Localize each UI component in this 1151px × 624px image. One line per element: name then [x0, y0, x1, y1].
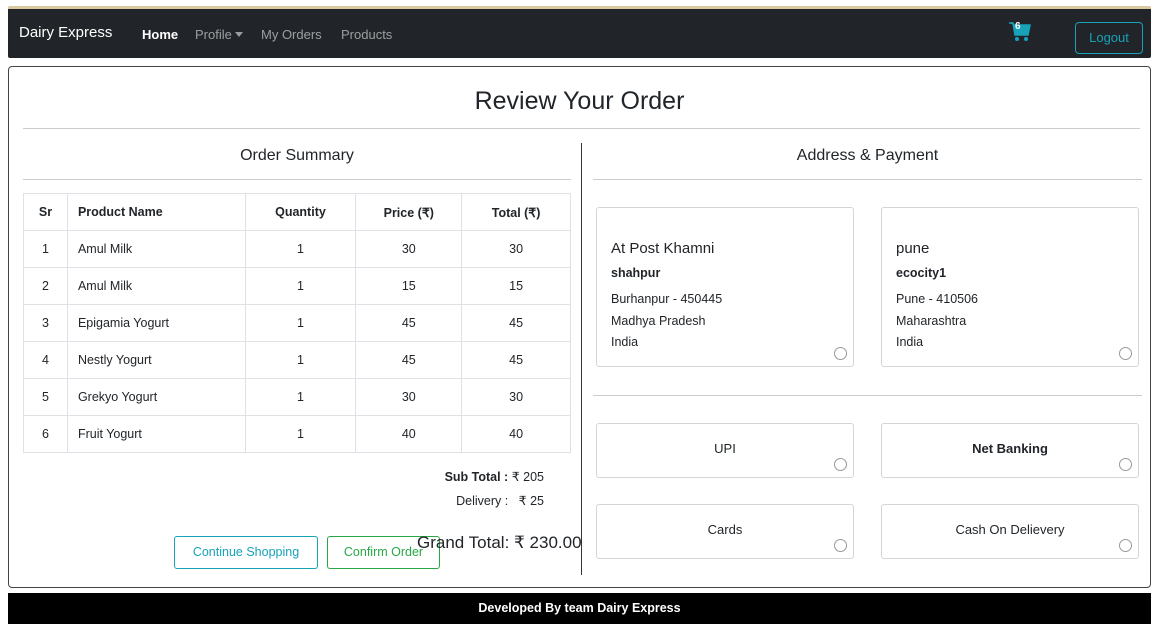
cell-sr: 3	[23, 304, 68, 342]
cell-total: 30	[461, 378, 571, 416]
cart-count-badge: 6	[1015, 21, 1021, 32]
nav-profile-label: Profile	[195, 27, 232, 42]
cell-total: 15	[461, 267, 571, 305]
payment-option-cards[interactable]: Cards	[596, 504, 854, 559]
address-state: Maharashtra	[896, 314, 967, 328]
payment-label: Cards	[707, 522, 743, 537]
table-row: 2 Amul Milk 1 15 15	[23, 267, 571, 305]
payment-label: Cash On Delievery	[955, 522, 1065, 537]
table-row: 4 Nestly Yogurt 1 45 45	[23, 341, 571, 379]
cell-product: Grekyo Yogurt	[66, 378, 246, 416]
subtotal-value: ₹ 205	[511, 470, 544, 484]
payment-option-cod[interactable]: Cash On Delievery	[881, 504, 1139, 559]
cell-product: Nestly Yogurt	[66, 341, 246, 379]
order-summary-title: Order Summary	[240, 147, 354, 164]
address-line2: ecocity1	[896, 266, 947, 280]
table-header-row: Sr Product Name Quantity Price (₹) Total…	[23, 193, 571, 231]
subtotal-row: Sub Total : ₹ 205	[389, 469, 544, 484]
footer: Developed By team Dairy Express	[8, 593, 1151, 624]
nav-orders-link[interactable]: My Orders	[261, 27, 322, 42]
cell-quantity: 1	[244, 378, 357, 416]
cell-product: Amul Milk	[66, 267, 246, 305]
payment-radio[interactable]	[834, 539, 847, 552]
cell-total: 40	[461, 415, 571, 453]
address-radio[interactable]	[834, 347, 847, 360]
cell-quantity: 1	[244, 230, 357, 268]
payment-option-upi[interactable]: UPI	[596, 423, 854, 478]
cell-price: 40	[355, 415, 463, 453]
payment-radio[interactable]	[1119, 539, 1132, 552]
chevron-down-icon	[234, 32, 243, 37]
column-header: Product Name	[66, 193, 246, 231]
cell-sr: 2	[23, 267, 68, 305]
table-row: 5 Grekyo Yogurt 1 30 30	[23, 378, 571, 416]
delivery-label: Delivery :	[456, 494, 509, 508]
cell-sr: 6	[23, 415, 68, 453]
address-line2: shahpur	[611, 266, 661, 280]
cart-button[interactable]: 6	[1009, 20, 1031, 44]
review-order-card: Review Your Order Order Summary Sr Produ…	[8, 66, 1151, 588]
cell-quantity: 1	[244, 267, 357, 305]
cell-price: 30	[355, 378, 463, 416]
payment-divider	[593, 395, 1142, 396]
continue-shopping-button[interactable]: Continue Shopping	[174, 536, 318, 569]
cell-sr: 1	[23, 230, 68, 268]
address-card[interactable]: pune ecocity1 Pune - 410506 Maharashtra …	[881, 207, 1139, 367]
table-row: 3 Epigamia Yogurt 1 45 45	[23, 304, 571, 342]
summary-divider	[23, 179, 571, 180]
address-state: Madhya Pradesh	[611, 314, 706, 328]
cell-price: 45	[355, 304, 463, 342]
payment-option-net-banking[interactable]: Net Banking	[881, 423, 1139, 478]
column-header: Price (₹)	[355, 193, 463, 231]
cell-total: 30	[461, 230, 571, 268]
address-divider	[593, 179, 1142, 180]
cell-product: Amul Milk	[66, 230, 246, 268]
payment-label: UPI	[714, 441, 736, 456]
address-radio[interactable]	[1119, 347, 1132, 360]
address-city: Pune - 410506	[896, 292, 979, 306]
address-line1: pune	[896, 240, 930, 257]
column-header: Total (₹)	[461, 193, 571, 231]
brand-link[interactable]: Dairy Express	[19, 24, 112, 41]
cell-product: Fruit Yogurt	[66, 415, 246, 453]
cell-price: 45	[355, 341, 463, 379]
nav-profile-dropdown[interactable]: Profile	[195, 27, 243, 42]
payment-radio[interactable]	[834, 458, 847, 471]
delivery-row: Delivery : ₹ 25	[389, 493, 544, 508]
cell-price: 30	[355, 230, 463, 268]
cell-sr: 5	[23, 378, 68, 416]
cell-quantity: 1	[244, 415, 357, 453]
payment-radio[interactable]	[1119, 458, 1132, 471]
delivery-value: ₹ 25	[518, 494, 544, 508]
address-payment-title: Address & Payment	[796, 147, 939, 164]
cell-product: Epigamia Yogurt	[66, 304, 246, 342]
payment-label: Net Banking	[972, 441, 1048, 456]
nav-products-link[interactable]: Products	[341, 27, 392, 42]
address-card[interactable]: At Post Khamni shahpur Burhanpur - 45044…	[596, 207, 854, 367]
navbar: Dairy Express Home Profile My Orders Pro…	[8, 6, 1151, 58]
cell-price: 15	[355, 267, 463, 305]
column-header: Sr	[23, 193, 68, 231]
address-country: India	[896, 335, 924, 349]
cell-quantity: 1	[244, 304, 357, 342]
page-title: Review Your Order	[474, 87, 685, 115]
column-divider	[581, 143, 582, 575]
table-row: 6 Fruit Yogurt 1 40 40	[23, 415, 571, 453]
nav-home-link[interactable]: Home	[142, 27, 178, 42]
subtotal-label: Sub Total :	[444, 470, 509, 484]
cell-sr: 4	[23, 341, 68, 379]
column-header: Quantity	[244, 193, 357, 231]
logout-button[interactable]: Logout	[1075, 22, 1143, 54]
grand-total: Grand Total: ₹ 230.00	[417, 533, 582, 552]
address-line1: At Post Khamni	[611, 240, 715, 257]
table-row: 1 Amul Milk 1 30 30	[23, 230, 571, 268]
cell-quantity: 1	[244, 341, 357, 379]
address-city: Burhanpur - 450445	[611, 292, 723, 306]
title-divider	[23, 128, 1140, 129]
address-country: India	[611, 335, 639, 349]
order-table: Sr Product Name Quantity Price (₹) Total…	[23, 193, 571, 453]
cell-total: 45	[461, 341, 571, 379]
cell-total: 45	[461, 304, 571, 342]
